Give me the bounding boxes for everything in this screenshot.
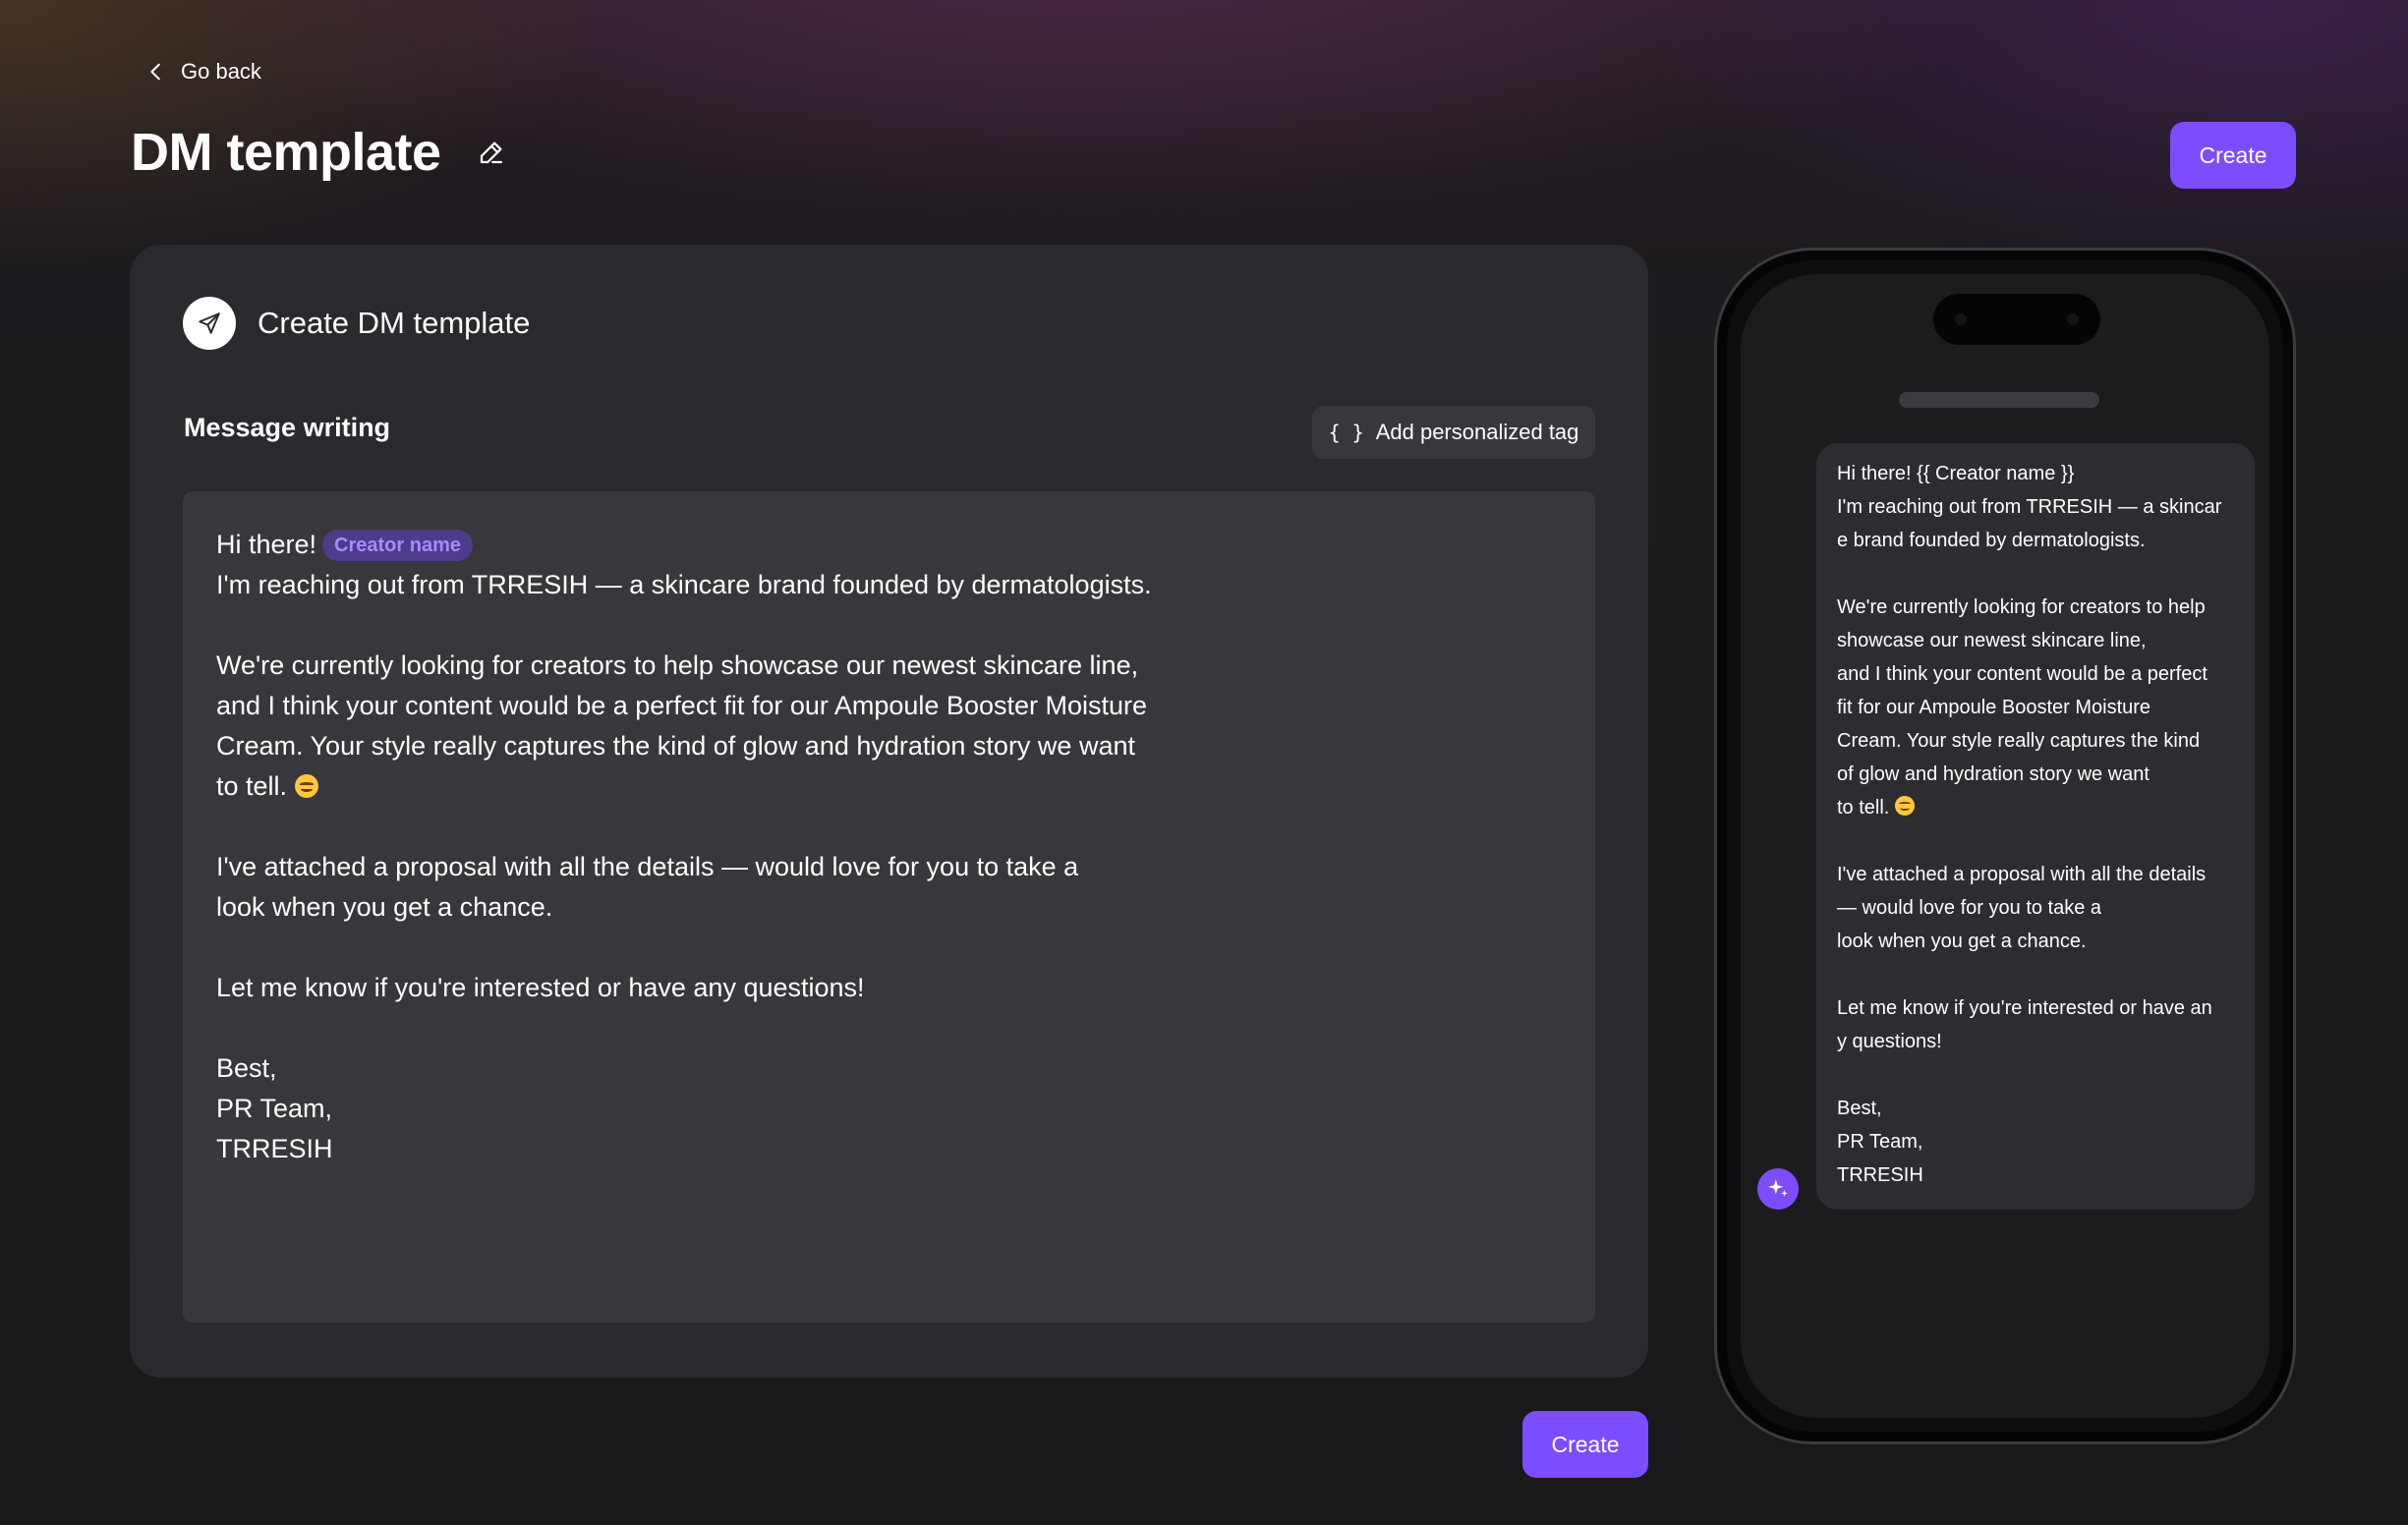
message-editor[interactable]: Hi there! Creator name I'm reaching out f…	[183, 491, 1595, 1323]
preview-line: We're currently looking for creators to …	[1837, 596, 2206, 618]
braces-icon: { }	[1328, 421, 1364, 444]
preview-line: — would love for you to take a	[1837, 897, 2102, 919]
preview-line: Let me know if you're interested or have…	[1837, 997, 2212, 1019]
dynamic-island	[1933, 294, 2100, 345]
preview-line: e brand founded by dermatologists.	[1837, 530, 2146, 551]
preview-line	[1837, 958, 2237, 991]
preview-line: Cream. Your style really captures the ki…	[1837, 730, 2201, 752]
phone-preview: Hi there! {{ Creator name }} I'm reachin…	[1714, 248, 2296, 1444]
go-back-label: Go back	[181, 59, 261, 84]
create-button-top[interactable]: Create	[2170, 122, 2296, 189]
preview-line: look when you get a chance.	[1837, 931, 2087, 952]
message-line: I've attached a proposal with all the de…	[216, 852, 1079, 881]
message-line: and I think your content would be a perf…	[216, 691, 1148, 720]
ai-avatar	[1757, 1168, 1799, 1210]
message-line: Best,	[216, 1053, 277, 1083]
preview-line: I've attached a proposal with all the de…	[1837, 864, 2207, 885]
add-tag-label: Add personalized tag	[1375, 420, 1579, 444]
creator-name-tag[interactable]: Creator name	[322, 530, 473, 561]
chevron-left-icon	[150, 63, 160, 81]
add-personalized-tag-button[interactable]: { } Add personalized tag	[1312, 406, 1595, 459]
page-title-row: DM template	[131, 122, 506, 183]
preview-line: y questions!	[1837, 1031, 1942, 1052]
card-header: Create DM template	[183, 297, 530, 350]
preview-line	[1837, 1058, 2237, 1092]
preview-line: PR Team,	[1837, 1131, 1923, 1153]
sparkle-icon	[1768, 1179, 1788, 1197]
message-line: look when you get a chance.	[216, 892, 553, 922]
go-back-link[interactable]: Go back	[145, 59, 261, 85]
message-line: We're currently looking for creators to …	[216, 650, 1139, 680]
preview-line: fit for our Ampoule Booster Moisture	[1837, 697, 2151, 718]
message-line: TRRESIH	[216, 1134, 333, 1163]
message-preview-bubble: Hi there! {{ Creator name }} I'm reachin…	[1816, 443, 2255, 1210]
camera-lens	[1955, 313, 1967, 325]
card-title: Create DM template	[258, 306, 531, 340]
preview-line: showcase our newest skincare line,	[1837, 630, 2147, 651]
editor-card: Create DM template Message writing { } A…	[130, 245, 1648, 1378]
pencil-icon[interactable]	[477, 138, 506, 167]
preview-line: of glow and hydration story we want	[1837, 763, 2150, 785]
preview-header-bar	[1899, 392, 2099, 408]
message-line: I'm reaching out from TRRESIH — a skinca…	[216, 570, 1152, 599]
create-button-bottom[interactable]: Create	[1522, 1411, 1648, 1478]
preview-line: Hi there! {{ Creator name }}	[1837, 463, 2075, 484]
preview-line	[1837, 557, 2237, 591]
message-line: to tell.	[216, 766, 1562, 807]
sensor-lens	[2067, 313, 2079, 325]
preview-line	[1837, 824, 2237, 858]
section-label: Message writing	[184, 413, 391, 442]
message-line: Cream. Your style really captures the ki…	[216, 731, 1135, 761]
message-line: PR Team,	[216, 1094, 333, 1123]
page-title: DM template	[131, 123, 441, 182]
preview-line: to tell.	[1837, 791, 2237, 824]
preview-line: Best,	[1837, 1098, 1882, 1119]
phone-screen: Hi there! {{ Creator name }} I'm reachin…	[1741, 274, 2269, 1418]
message-line: Hi there! Creator name	[216, 525, 1562, 565]
send-icon	[199, 312, 220, 334]
smiling-face-emoji	[294, 774, 318, 798]
preview-line: TRRESIH	[1837, 1164, 1923, 1186]
message-line: Let me know if you're interested or have…	[216, 973, 865, 1002]
smiling-face-emoji	[1894, 796, 1915, 816]
send-badge	[183, 297, 236, 350]
preview-line: I'm reaching out from TRRESIH — a skinca…	[1837, 496, 2222, 518]
preview-line: and I think your content would be a perf…	[1837, 663, 2207, 685]
